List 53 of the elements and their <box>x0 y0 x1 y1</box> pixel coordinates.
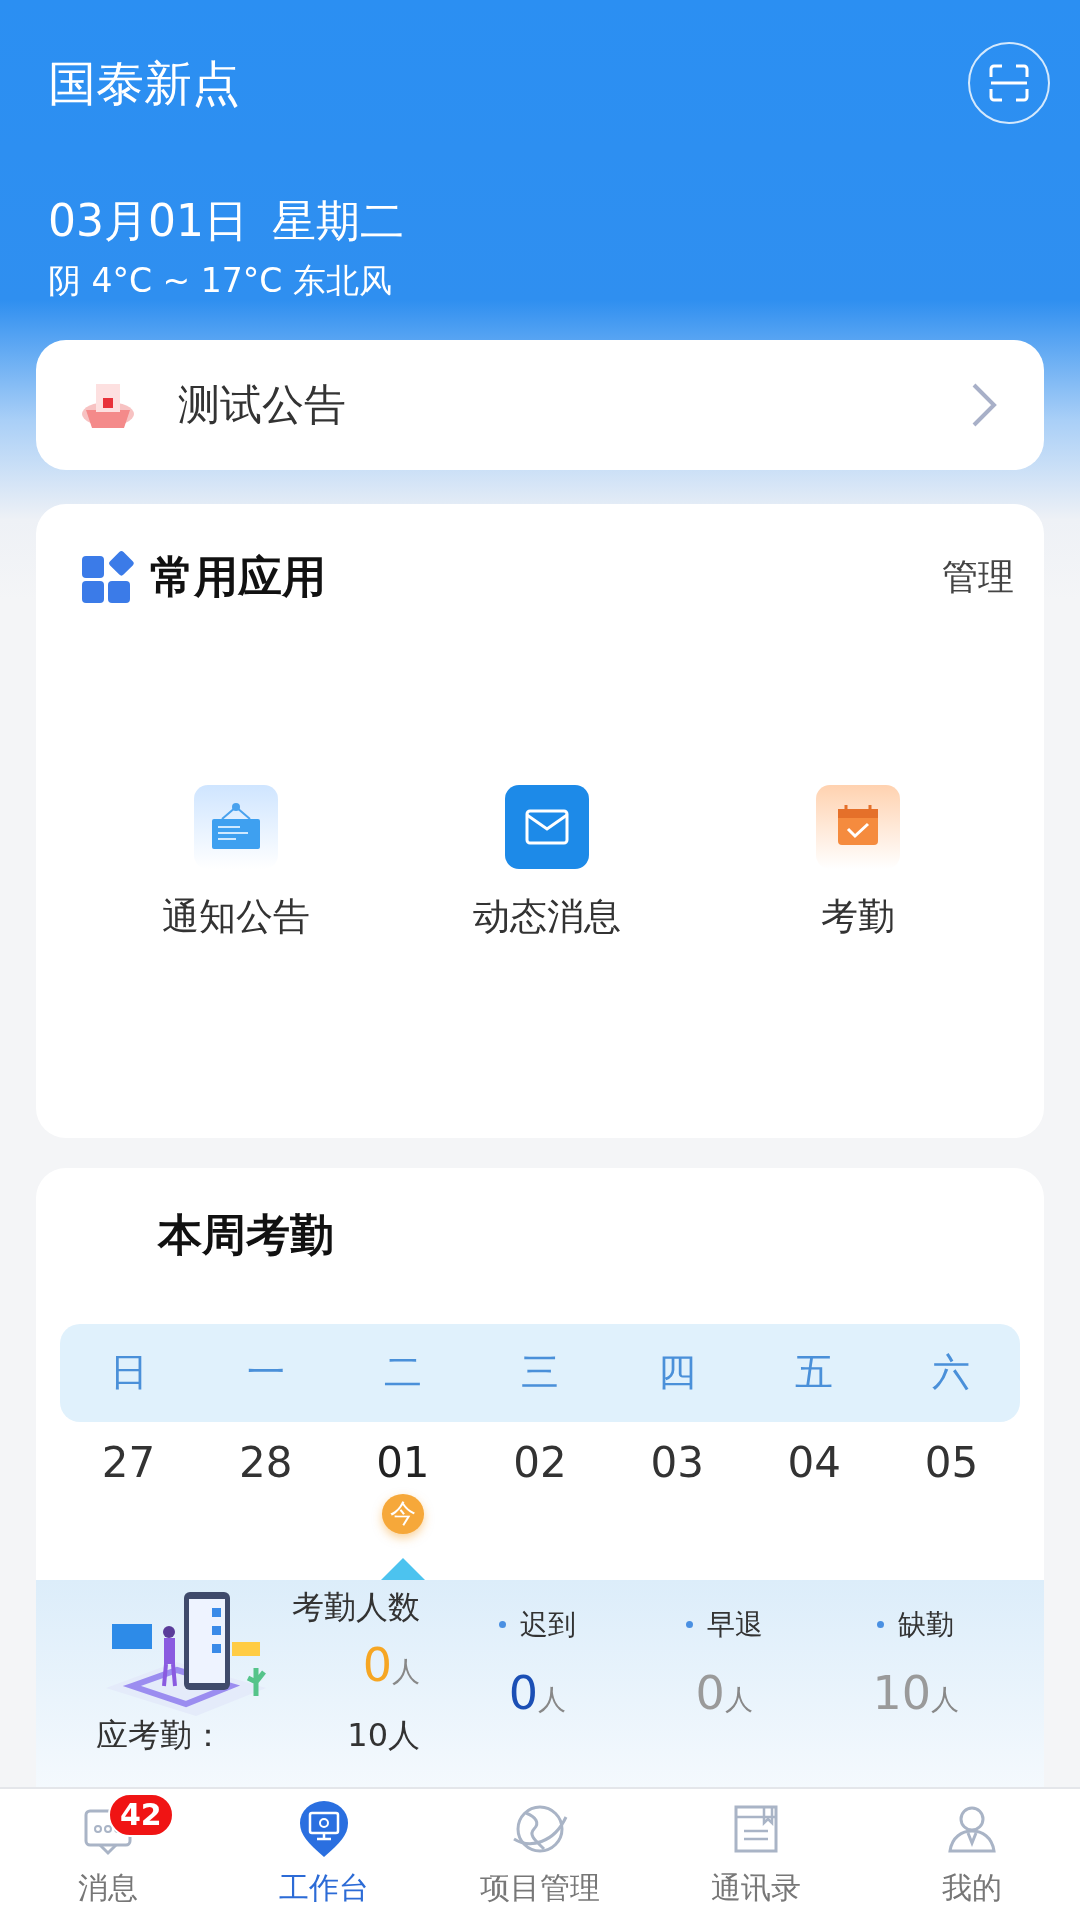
expected-value: 10人 <box>347 1715 420 1754</box>
stat-label: 早退 <box>706 1606 763 1643</box>
stat-value: 0 <box>695 1665 725 1720</box>
weekday-label: 二 <box>382 1349 423 1396</box>
notice-card[interactable]: 测试公告 <box>36 339 1044 470</box>
unit-label: 人 <box>538 1682 567 1716</box>
nav-tab[interactable]: 通讯录 <box>648 1789 864 1920</box>
date-cell[interactable]: 02 <box>471 1421 609 1580</box>
nav-tab[interactable]: 我的 <box>864 1789 1080 1920</box>
envelope-icon <box>505 784 589 869</box>
date-cell[interactable]: 28 <box>197 1421 335 1580</box>
summary-label: 考勤人数 <box>292 1587 420 1626</box>
date-cell[interactable]: 04 <box>745 1421 883 1580</box>
nav-tab[interactable]: 项目管理 <box>432 1789 648 1920</box>
weather-text: 阴 4°C ~ 17°C 东北风 <box>48 260 393 302</box>
weekday-label: 四 <box>657 1349 698 1396</box>
stat-value: 10 <box>872 1665 932 1720</box>
date-cell[interactable]: 27 <box>60 1421 198 1580</box>
expected-label: 应考勤： <box>96 1715 224 1754</box>
count-badge: 42 <box>108 1793 174 1837</box>
weekday-label: 三 <box>520 1349 560 1396</box>
unit-label: 人 <box>931 1682 960 1716</box>
date-cell[interactable]: 03 <box>608 1421 746 1580</box>
scan-icon <box>987 63 1031 103</box>
date-cell[interactable]: 05 <box>882 1421 1020 1580</box>
weekday-label: 一 <box>245 1349 286 1396</box>
stat-label: 迟到 <box>519 1606 576 1643</box>
app-shortcut[interactable]: 通知公告 <box>80 784 392 944</box>
bullet-dot <box>685 1621 693 1628</box>
weekday-label: 六 <box>931 1349 972 1396</box>
stat-label: 缺勤 <box>898 1606 955 1643</box>
unit-label: 人 <box>724 1682 753 1716</box>
weekday-label: 五 <box>794 1349 835 1396</box>
stat-value: 0 <box>508 1665 539 1720</box>
nav-tab[interactable]: 消息 42 <box>0 1789 216 1920</box>
bullet-dot <box>498 1621 506 1628</box>
app-shortcut[interactable]: 动态消息 <box>391 784 703 944</box>
nav-tab[interactable]: 工作台 <box>216 1789 432 1920</box>
app-shortcut[interactable]: 考勤 <box>702 784 1014 944</box>
section-title: 本周考勤 <box>156 1207 335 1262</box>
unit-label: 人 <box>392 1654 420 1688</box>
section-title: 常用应用 <box>150 549 326 604</box>
date-text: 03月01日 <box>48 194 248 248</box>
apps-icon <box>80 549 134 604</box>
summary-value: 0 <box>362 1637 392 1692</box>
app-title: 国泰新点 <box>48 54 240 113</box>
scan-button[interactable] <box>968 42 1050 124</box>
manage-link[interactable]: 管理 <box>942 549 1014 604</box>
weekday-label: 日 <box>108 1349 149 1396</box>
bullet-dot <box>877 1621 885 1628</box>
notice-text: 测试公告 <box>178 379 347 431</box>
weekday-text: 星期二 <box>272 194 404 248</box>
today-badge: 今 <box>381 1493 424 1534</box>
